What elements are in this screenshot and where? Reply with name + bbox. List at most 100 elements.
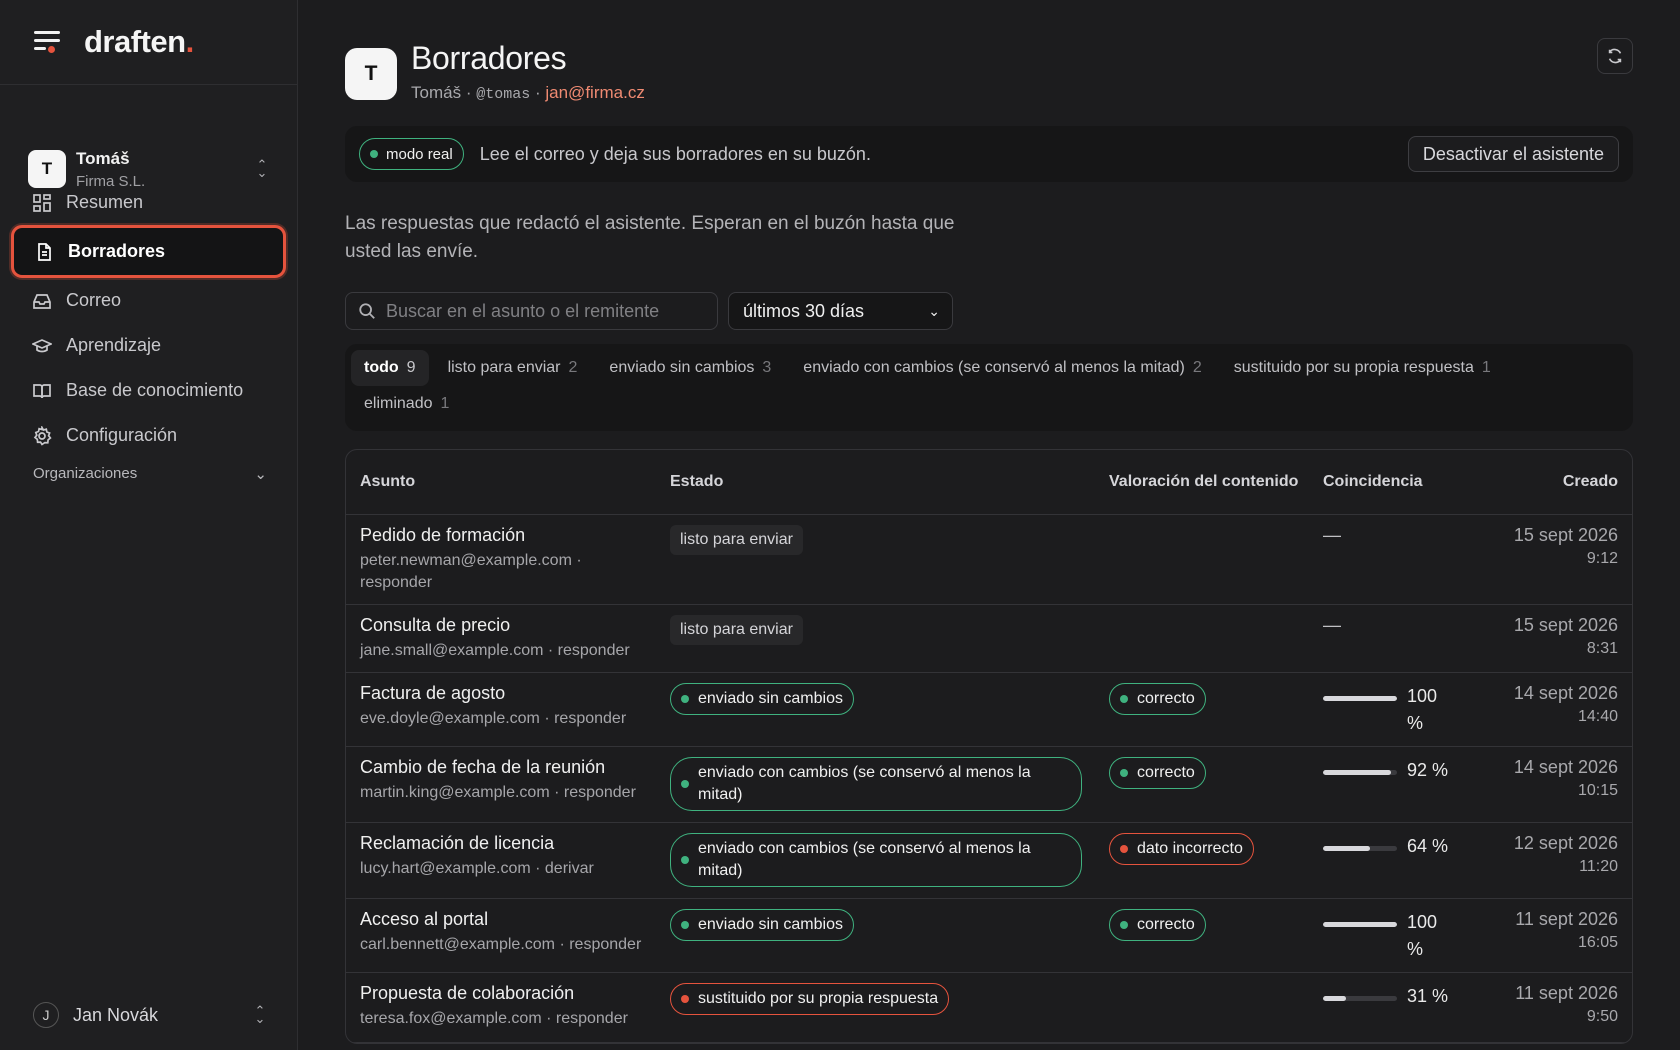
organizations-toggle[interactable]: Organizaciones ⌄ (33, 465, 267, 483)
tab-listo-para-enviar[interactable]: listo para enviar 2 (435, 350, 591, 386)
row-meta: martin.king@example.com · responder (360, 784, 636, 801)
match-value: 100 % (1407, 912, 1438, 959)
row-time: 8:31 (1586, 640, 1618, 657)
row-meta: carl.bennett@example.com · responder (360, 936, 642, 953)
rating-badge: correcto (1109, 683, 1206, 715)
status-badge: enviado sin cambios (670, 683, 854, 715)
main-content: T Borradores Tomáš · @tomas · jan@firma.… (345, 0, 1633, 1044)
rating-badge: correcto (1109, 757, 1206, 789)
brand-bar: draften. (0, 0, 297, 85)
refresh-icon (1608, 48, 1622, 64)
user-menu[interactable]: J Jan Novák ⌃ ⌄ (33, 1002, 267, 1028)
table-row[interactable]: Propuesta de colaboración teresa.fox@exa… (346, 973, 1632, 1043)
column-header-created[interactable]: Creado (1481, 473, 1632, 491)
column-header-match[interactable]: Coincidencia (1323, 473, 1481, 491)
tab-enviado-con-cambios[interactable]: enviado con cambios (se conservó al meno… (790, 350, 1214, 386)
tab-eliminado[interactable]: eliminado 1 (351, 386, 462, 422)
organizations-label: Organizaciones (33, 465, 138, 482)
row-subject[interactable]: Reclamación de licencia (360, 833, 670, 854)
match-bar-fill (1323, 996, 1346, 1001)
tab-sustituido[interactable]: sustituido por su propia respuesta 1 (1221, 350, 1504, 386)
app-logo[interactable]: draften. (84, 24, 194, 60)
match-bar (1323, 996, 1397, 1001)
user-name: Jan Novák (73, 1004, 159, 1025)
sidebar-item-resumen[interactable]: Resumen (12, 180, 285, 225)
sidebar-item-label: Configuración (66, 425, 178, 445)
sidebar-item-label: Borradores (68, 241, 166, 261)
chevron-down-icon: ⌄ (254, 466, 267, 483)
tab-enviado-sin-cambios[interactable]: enviado sin cambios 3 (596, 350, 784, 386)
row-subject[interactable]: Propuesta de colaboración (360, 983, 670, 1004)
page-header: T Borradores Tomáš · @tomas · jan@firma.… (345, 40, 1633, 126)
match-value: 100 % (1407, 686, 1438, 733)
mode-badge: modo real (359, 138, 464, 170)
column-header-status[interactable]: Estado (670, 473, 1109, 491)
table-row[interactable]: Cambio de fecha de la reunión martin.kin… (346, 747, 1632, 823)
chevron-updown-icon: ⌃ ⌄ (256, 157, 268, 180)
header-avatar: T (345, 48, 397, 100)
inbox-icon (33, 293, 51, 309)
deactivate-assistant-button[interactable]: Desactivar el asistente (1407, 136, 1619, 172)
header-email-link[interactable]: jan@firma.cz (545, 83, 644, 102)
row-time: 9:50 (1586, 1008, 1618, 1025)
tab-todo[interactable]: todo 9 (351, 350, 429, 386)
row-meta: eve.doyle@example.com · responder (360, 710, 627, 727)
match-bar (1323, 770, 1397, 775)
row-date: 12 sept 2026 (1513, 833, 1618, 853)
sidebar-item-label: Resumen (66, 192, 144, 212)
table-row[interactable]: Acceso al portal carl.bennett@example.co… (346, 899, 1632, 973)
column-header-subject[interactable]: Asunto (346, 473, 670, 491)
row-subject[interactable]: Pedido de formación (360, 525, 670, 546)
book-icon (33, 383, 51, 398)
status-badge: listo para enviar (670, 525, 803, 555)
search-input[interactable]: Buscar en el asunto o el remitente (345, 292, 718, 330)
page-subtitle: Tomáš · @tomas · jan@firma.cz (411, 83, 645, 103)
match-bar (1323, 922, 1397, 927)
column-header-rating[interactable]: Valoración del contenido (1109, 471, 1323, 493)
table-body: Pedido de formación peter.newman@example… (346, 515, 1632, 1043)
match-bar-fill (1323, 696, 1397, 701)
table-row[interactable]: Factura de agosto eve.doyle@example.com … (346, 673, 1632, 747)
sidebar-item-configuracion[interactable]: Configuración (12, 413, 285, 458)
match-bar (1323, 696, 1397, 701)
row-meta: lucy.hart@example.com · derivar (360, 860, 594, 877)
row-meta: jane.small@example.com · responder (360, 642, 630, 659)
row-time: 10:15 (1577, 782, 1618, 799)
table-row[interactable]: Pedido de formación peter.newman@example… (346, 515, 1632, 605)
row-date: 11 sept 2026 (1515, 909, 1618, 929)
assistant-banner: modo real Lee el correo y deja sus borra… (345, 126, 1633, 182)
table-row[interactable]: Consulta de precio jane.small@example.co… (346, 605, 1632, 673)
graduation-cap-icon (32, 338, 52, 352)
row-subject[interactable]: Consulta de precio (360, 615, 670, 636)
chevron-updown-icon: ⌃ ⌄ (254, 1003, 266, 1026)
sidebar-item-correo[interactable]: Correo (12, 278, 285, 323)
sidebar-item-base-de-conocimiento[interactable]: Base de conocimiento (12, 368, 285, 413)
row-date: 15 sept 2026 (1513, 525, 1618, 545)
search-icon (359, 303, 375, 319)
table-header: Asunto Estado Valoración del contenido C… (346, 450, 1632, 515)
match-bar-fill (1323, 922, 1397, 927)
workspace-name: Tomáš (76, 148, 130, 168)
sidebar-item-borradores[interactable]: Borradores (11, 225, 286, 278)
banner-text: Lee el correo y deja sus borradores en s… (479, 143, 871, 164)
row-subject[interactable]: Cambio de fecha de la reunión (360, 757, 670, 778)
page-intro: Las respuestas que redactó el asistente.… (345, 213, 955, 262)
sidebar-item-aprendizaje[interactable]: Aprendizaje (12, 323, 285, 368)
rating-badge: correcto (1109, 909, 1206, 941)
row-subject[interactable]: Acceso al portal (360, 909, 670, 930)
period-select[interactable]: últimos 30 días ⌄ (728, 292, 953, 330)
table-row[interactable]: Reclamación de licencia lucy.hart@exampl… (346, 823, 1632, 899)
header-name: Tomáš (411, 83, 462, 102)
match-bar-fill (1323, 770, 1392, 775)
row-meta: peter.newman@example.com · responder (360, 552, 582, 591)
row-time: 16:05 (1577, 934, 1618, 951)
drafts-table: Asunto Estado Valoración del contenido C… (345, 449, 1633, 1044)
match-indicator: 92 % (1323, 757, 1481, 784)
match-value: 31 % (1407, 986, 1449, 1006)
refresh-button[interactable] (1597, 38, 1633, 74)
menu-icon[interactable] (34, 31, 60, 53)
row-subject[interactable]: Factura de agosto (360, 683, 670, 704)
sidebar-item-label: Aprendizaje (66, 335, 162, 355)
row-time: 9:12 (1586, 550, 1618, 567)
match-indicator: 100 % (1323, 909, 1481, 963)
